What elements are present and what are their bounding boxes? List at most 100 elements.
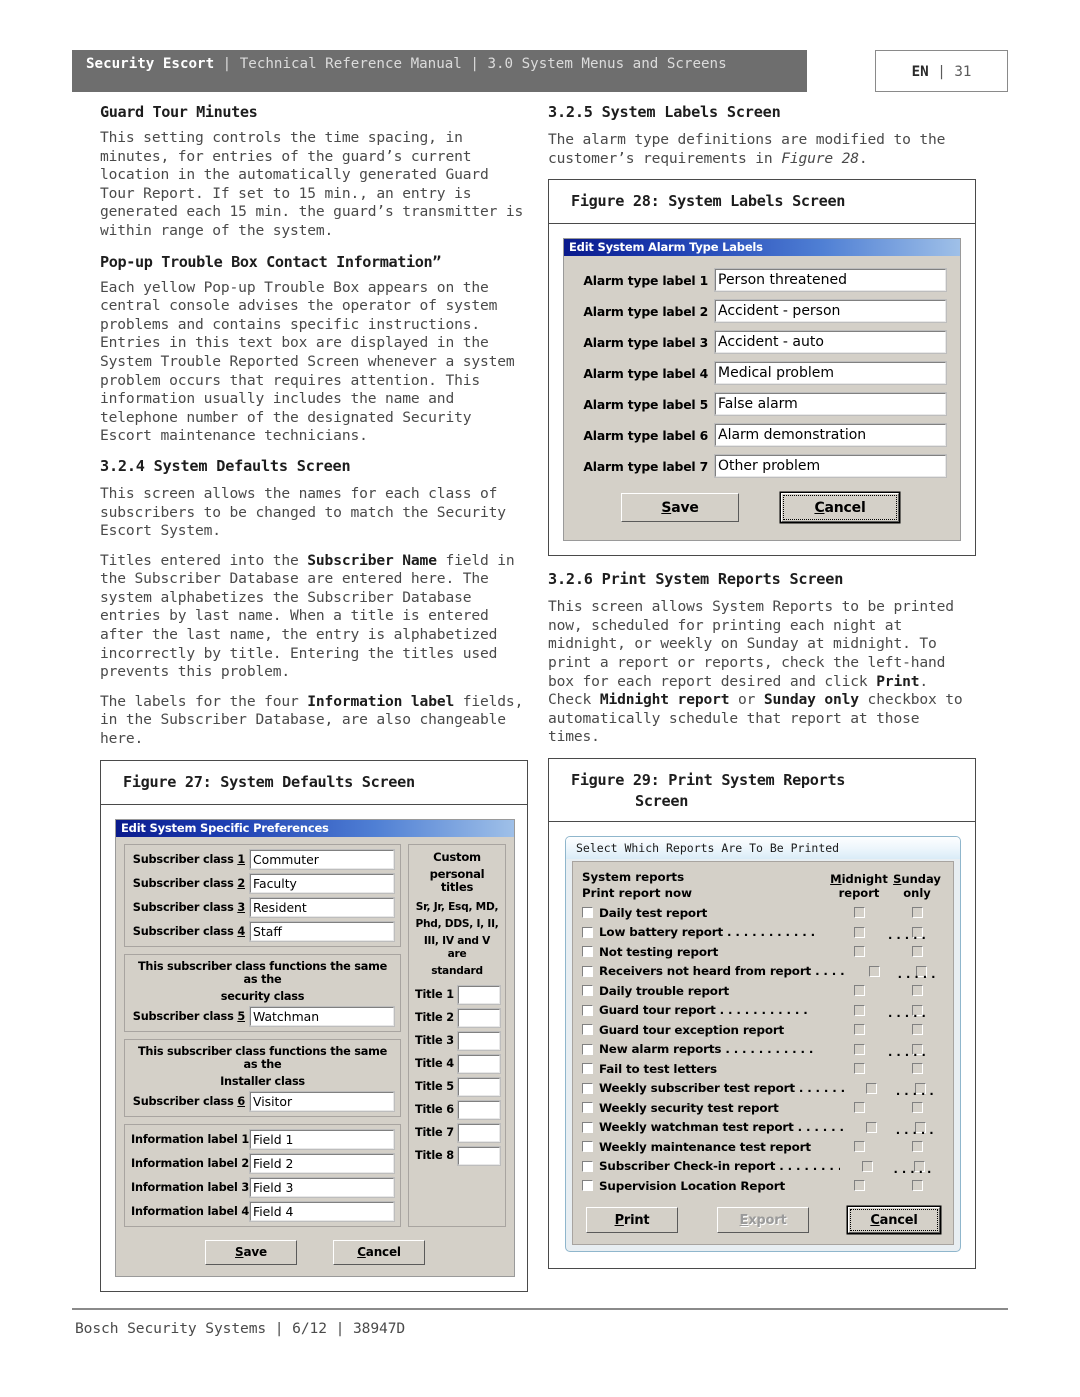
accel-3: 3 (237, 900, 245, 914)
report-print-now-checkbox[interactable] (582, 1043, 593, 1055)
report-print-now-checkbox[interactable] (582, 1024, 593, 1036)
input-subscriber-class-5[interactable]: Watchman (249, 1005, 395, 1027)
input-title-4[interactable] (456, 1053, 502, 1074)
report-print-now-checkbox[interactable] (582, 985, 593, 997)
alarm-save-button[interactable]: Save (621, 493, 739, 523)
label-alarm-type-1: Alarm type label 1 (583, 272, 708, 288)
figure-29-caption-line1: Figure 29: Print System Reports (571, 770, 846, 789)
label-alarm-type-7: Alarm type label 7 (583, 458, 708, 474)
report-print-now-checkbox[interactable] (582, 926, 593, 938)
report-sunday-checkbox[interactable] (911, 907, 923, 919)
label-alarm-type-5: Alarm type label 5 (583, 396, 708, 412)
report-sunday-cell: . . . . . (896, 1121, 944, 1137)
input-alarm-type-2[interactable]: Accident - person (714, 299, 947, 324)
reports-print-button[interactable]: Print (586, 1207, 678, 1234)
input-information-label-4[interactable]: Field 4 (249, 1200, 395, 1222)
defaults-save-button[interactable]: Save (205, 1239, 297, 1265)
report-midnight-checkbox[interactable] (853, 1024, 865, 1036)
group-security-class: This subscriber class functions the same… (124, 953, 401, 1032)
reports-export-button: Export (717, 1207, 809, 1234)
input-title-7[interactable] (456, 1122, 502, 1143)
reports-cancel-button[interactable]: Cancel (848, 1207, 940, 1234)
report-sunday-checkbox[interactable] (911, 1024, 923, 1036)
report-sunday-checkbox[interactable] (911, 1063, 923, 1075)
row-title-5: Title 5 (414, 1076, 502, 1097)
input-title-6[interactable] (456, 1099, 502, 1120)
report-midnight-checkbox[interactable] (865, 1121, 877, 1133)
report-print-now-checkbox[interactable] (582, 946, 593, 958)
report-sunday-checkbox[interactable] (911, 1180, 923, 1192)
report-midnight-checkbox[interactable] (853, 1043, 865, 1055)
report-sunday-cell (890, 907, 944, 919)
report-midnight-checkbox[interactable] (853, 1180, 865, 1192)
header-midnight: Midnight (828, 872, 890, 886)
input-alarm-type-5[interactable]: False alarm (714, 392, 947, 417)
input-information-label-1[interactable]: Field 1 (249, 1128, 395, 1150)
report-print-now-checkbox[interactable] (582, 965, 593, 977)
report-print-now-checkbox[interactable] (582, 1004, 593, 1016)
report-print-now-checkbox[interactable] (582, 1160, 593, 1172)
input-title-3[interactable] (456, 1030, 502, 1051)
report-print-now-checkbox[interactable] (582, 1082, 593, 1094)
input-subscriber-class-2[interactable]: Faculty (249, 872, 395, 894)
report-midnight-checkbox[interactable] (853, 985, 865, 997)
report-print-now-checkbox[interactable] (582, 907, 593, 919)
input-alarm-type-4[interactable]: Medical problem (714, 361, 947, 386)
report-midnight-checkbox[interactable] (853, 1063, 865, 1075)
row-alarm-label-2: Alarm type label 2 Accident - person (574, 299, 947, 324)
input-title-5[interactable] (456, 1076, 502, 1097)
report-midnight-checkbox[interactable] (862, 1160, 874, 1172)
report-print-now-checkbox[interactable] (582, 1063, 593, 1075)
report-label: Fail to test letters (599, 1061, 717, 1076)
report-sunday-cell: . . . . . (894, 1160, 944, 1176)
report-midnight-checkbox[interactable] (853, 926, 865, 938)
report-sunday-checkbox[interactable] (911, 1141, 923, 1153)
report-midnight-checkbox[interactable] (853, 946, 865, 958)
defaults-cancel-button[interactable]: Cancel (333, 1239, 425, 1265)
report-midnight-checkbox[interactable] (853, 907, 865, 919)
row-subscriber-class-3: Subscriber class 3 Resident (131, 896, 395, 918)
report-print-now-checkbox[interactable] (582, 1102, 593, 1114)
dialog-select-reports: Select Which Reports Are To Be Printed S… (565, 835, 961, 1253)
input-information-label-2[interactable]: Field 2 (249, 1152, 395, 1174)
report-print-now-checkbox[interactable] (582, 1121, 593, 1133)
input-title-8[interactable] (456, 1145, 502, 1166)
dialog-defaults-body: Subscriber class 1 Commuter Subscriber c… (116, 837, 514, 1238)
heading-3-2-5: 3.2.5 System Labels Screen (548, 103, 781, 121)
emph-print: Print (876, 672, 920, 690)
input-subscriber-class-6[interactable]: Visitor (249, 1090, 395, 1112)
report-midnight-checkbox[interactable] (853, 1102, 865, 1114)
label-subscriber-class-6: Subscriber class (132, 1094, 238, 1108)
input-alarm-type-7[interactable]: Other problem (714, 454, 947, 479)
report-midnight-checkbox[interactable] (865, 1082, 877, 1094)
input-alarm-type-1[interactable]: Person threatened (714, 268, 947, 293)
report-midnight-cell (845, 1082, 898, 1094)
report-midnight-cell (849, 965, 900, 977)
dialog-reports-buttons: Print Export Cancel (582, 1195, 944, 1237)
txt-324-3a: The labels for the four (100, 692, 308, 710)
input-title-1[interactable] (456, 984, 502, 1005)
report-sunday-checkbox[interactable] (911, 1102, 923, 1114)
report-midnight-checkbox[interactable] (868, 965, 880, 977)
input-subscriber-class-4[interactable]: Staff (249, 920, 395, 942)
input-subscriber-class-1[interactable]: Commuter (249, 848, 395, 870)
row-information-label-4: Information label 4 Field 4 (131, 1200, 395, 1222)
report-print-now-checkbox[interactable] (582, 1180, 593, 1192)
report-midnight-checkbox[interactable] (853, 1141, 865, 1153)
input-alarm-type-6[interactable]: Alarm demonstration (714, 423, 947, 448)
input-alarm-type-3[interactable]: Accident - auto (714, 330, 947, 355)
input-title-2[interactable] (456, 1007, 502, 1028)
alarm-cancel-button[interactable]: Cancel (781, 493, 899, 523)
heading-3-2-4: 3.2.4 System Defaults Screen (100, 456, 351, 475)
report-print-now-checkbox[interactable] (582, 1141, 593, 1153)
label-title-6: Title 6 (415, 1103, 454, 1117)
report-sunday-cell (890, 1063, 944, 1075)
report-midnight-checkbox[interactable] (853, 1004, 865, 1016)
report-sunday-checkbox[interactable] (911, 946, 923, 958)
header-manual: Technical Reference Manual (239, 56, 462, 72)
input-information-label-3[interactable]: Field 3 (249, 1176, 395, 1198)
report-sunday-checkbox[interactable] (911, 985, 923, 997)
report-row: Guard tour report . . . . . . . . . . ..… (582, 1000, 944, 1020)
input-subscriber-class-3[interactable]: Resident (249, 896, 395, 918)
header-section: 3.0 System Menus and Screens (487, 56, 727, 72)
